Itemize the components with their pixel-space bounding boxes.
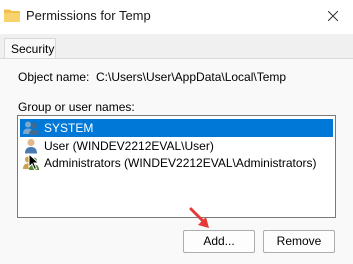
group-names-label: Group or user names: <box>18 100 135 114</box>
list-item-user[interactable]: User (WINDEV2212EVAL\User) <box>20 137 333 155</box>
title-bar: Permissions for Temp <box>0 0 353 34</box>
list-item-label: User (WINDEV2212EVAL\User) <box>44 139 214 153</box>
close-button[interactable] <box>318 4 348 28</box>
user-icon <box>25 139 37 154</box>
remove-button[interactable]: Remove <box>263 230 335 253</box>
window-title: Permissions for Temp <box>26 8 151 23</box>
close-icon <box>328 11 338 21</box>
users-group-icon <box>23 121 39 135</box>
add-button[interactable]: Add... <box>183 230 255 253</box>
list-item-label: SYSTEM <box>44 121 94 135</box>
folder-icon <box>4 9 20 22</box>
list-item-system[interactable]: SYSTEM <box>20 119 333 137</box>
list-item-administrators[interactable]: Administrators (WINDEV2212EVAL\Administr… <box>20 154 333 172</box>
tab-security-label: Security <box>11 42 55 56</box>
mouse-cursor-icon <box>28 153 40 171</box>
list-item-label: Administrators (WINDEV2212EVAL\Administr… <box>44 156 317 170</box>
group-user-list[interactable]: SYSTEM User (WINDEV2212EVAL\User) Admini… <box>17 115 336 218</box>
object-name-label: Object name: <box>18 70 90 84</box>
tab-security[interactable]: Security <box>4 38 56 59</box>
annotation-arrow-icon <box>189 207 209 228</box>
object-name-value: C:\Users\User\AppData\Local\Temp <box>96 70 287 84</box>
